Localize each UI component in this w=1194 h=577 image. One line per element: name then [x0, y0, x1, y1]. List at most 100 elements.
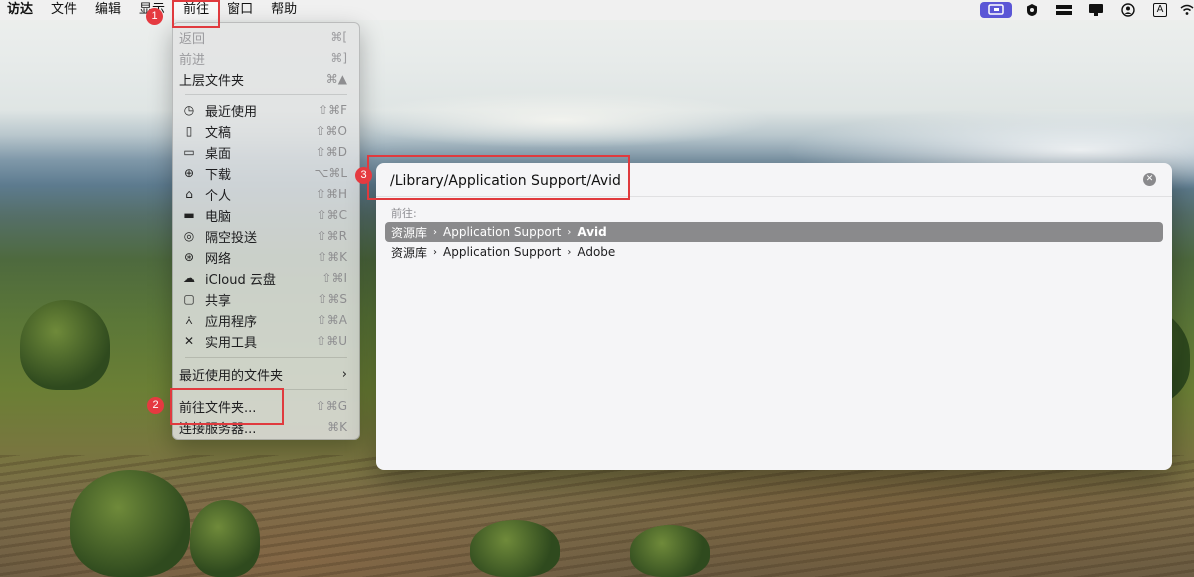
menu-item-shortcut: ⌘[ [330, 30, 347, 44]
dock-icon[interactable] [1052, 2, 1076, 18]
tree-cluster [470, 520, 560, 577]
chevron-right-icon: › [567, 246, 572, 258]
shield-icon[interactable] [1020, 2, 1044, 18]
menu-edit[interactable]: 编辑 [86, 0, 130, 20]
go-to-folder-dialog: ✕ 前往: 资源库 › Application Support › Avid 资… [376, 163, 1172, 470]
chevron-right-icon: › [567, 226, 572, 238]
status-icons: A [976, 0, 1194, 20]
chevron-right-icon: › [433, 226, 438, 238]
menu-item-enclosing-folder[interactable]: 上层文件夹 ⌘▲ [179, 69, 353, 89]
menu-item-shortcut: ⇧⌘G [315, 399, 347, 413]
menu-item-shortcut: ⇧⌘K [317, 250, 347, 264]
goto-label: 前往: [391, 207, 417, 220]
menu-item-label: 网络 [205, 251, 232, 267]
go-menu-dropdown: 返回 ⌘[ 前进 ⌘] 上层文件夹 ⌘▲ ◷ 最近使用 ⇧⌘F ▯ 文稿 ⇧⌘O… [172, 22, 360, 440]
menu-item-label: 桌面 [205, 146, 232, 162]
display-icon[interactable] [1084, 2, 1108, 18]
annotation-box-go-to-folder [170, 388, 284, 425]
menu-item-shared[interactable]: ▢ 共享 ⇧⌘S [179, 289, 353, 309]
menu-item-recent-folders[interactable]: 最近使用的文件夹 › [179, 364, 353, 384]
wifi-icon[interactable] [1180, 2, 1194, 18]
path-suggestion[interactable]: 资源库 › Application Support › Adobe [385, 242, 1163, 262]
menu-item-shortcut: ⌘K [327, 420, 347, 434]
path-segment-final: Avid [577, 225, 607, 239]
chevron-right-icon: › [433, 246, 438, 258]
menu-separator [185, 357, 347, 358]
network-icon: ⊛ [183, 250, 195, 264]
menu-item-shortcut: ⇧⌘A [316, 313, 347, 327]
annotation-badge: 2 [147, 397, 164, 414]
download-icon: ⊕ [183, 166, 195, 180]
menu-item-home[interactable]: ⌂ 个人 ⇧⌘H [179, 184, 353, 204]
menu-item-utilities[interactable]: ✕ 实用工具 ⇧⌘U [179, 331, 353, 351]
path-segment-final: Adobe [577, 245, 616, 259]
menu-item-applications[interactable]: ⩑ 应用程序 ⇧⌘A [179, 310, 353, 330]
tree-cluster [70, 470, 190, 577]
path-segment: Application Support [443, 225, 562, 239]
path-segment: 资源库 [391, 245, 428, 260]
annotation-badge: 3 [355, 167, 372, 184]
menu-item-shortcut: ⇧⌘O [315, 124, 348, 138]
menu-item-label: 前进 [179, 52, 206, 68]
menu-item-label: 共享 [205, 293, 232, 309]
menu-window[interactable]: 窗口 [218, 0, 262, 20]
tree-cluster [20, 300, 110, 390]
input-source-icon[interactable]: A [1148, 2, 1172, 18]
menu-item-shortcut: ⇧⌘S [317, 292, 347, 306]
screen-mirroring-icon[interactable] [980, 2, 1012, 18]
cloud-icon: ☁ [183, 271, 195, 285]
computer-icon: ▬ [183, 208, 195, 222]
chevron-right-icon: › [341, 366, 347, 382]
menu-item-computer[interactable]: ▬ 电脑 ⇧⌘C [179, 205, 353, 225]
applications-icon: ⩑ [185, 312, 193, 327]
airdrop-icon: ◎ [183, 229, 195, 243]
clear-icon[interactable]: ✕ [1143, 173, 1156, 186]
path-segment: Application Support [443, 245, 562, 259]
menu-item-label: 电脑 [205, 209, 232, 225]
menu-item-label: iCloud 云盘 [205, 272, 276, 288]
menu-item-label: 返回 [179, 31, 206, 47]
menu-item-label: 个人 [205, 188, 232, 204]
utilities-icon: ✕ [183, 334, 195, 348]
menu-app-finder[interactable]: 访达 [0, 0, 42, 20]
menu-help[interactable]: 帮助 [262, 0, 306, 20]
menu-file[interactable]: 文件 [42, 0, 86, 20]
menu-item-shortcut: ⇧⌘C [316, 208, 347, 222]
clock-icon: ◷ [183, 103, 195, 117]
menu-item-shortcut: ⌥⌘L [314, 166, 347, 180]
menu-item-desktop[interactable]: ▭ 桌面 ⇧⌘D [179, 142, 353, 162]
menu-item-shortcut: ⇧⌘U [316, 334, 347, 348]
menu-item-documents[interactable]: ▯ 文稿 ⇧⌘O [179, 121, 353, 141]
menu-item-shortcut: ⇧⌘D [315, 145, 347, 159]
menu-item-shortcut: ⇧⌘F [318, 103, 347, 117]
menu-item-label: 最近使用的文件夹 [179, 368, 284, 384]
annotation-box-path-input [367, 155, 630, 200]
annotation-badge: 1 [146, 8, 163, 25]
menu-item-icloud-drive[interactable]: ☁ iCloud 云盘 ⇧⌘I [179, 268, 353, 288]
shared-folder-icon: ▢ [183, 292, 195, 306]
menu-item-label: 最近使用 [205, 104, 258, 120]
annotation-box-go-menu [172, 0, 220, 28]
menu-item-label: 隔空投送 [205, 230, 258, 246]
tree-cluster [190, 500, 260, 577]
menu-item-recents[interactable]: ◷ 最近使用 ⇧⌘F [179, 100, 353, 120]
user-icon[interactable] [1116, 2, 1140, 18]
home-icon: ⌂ [185, 187, 193, 201]
menu-item-label: 应用程序 [205, 314, 258, 330]
desktop-icon: ▭ [183, 145, 195, 159]
menu-item-network[interactable]: ⊛ 网络 ⇧⌘K [179, 247, 353, 267]
path-segment: 资源库 [391, 225, 428, 240]
path-suggestion[interactable]: 资源库 › Application Support › Avid [385, 222, 1163, 242]
menu-item-shortcut: ⇧⌘I [321, 271, 347, 285]
menu-item-shortcut: ⌘▲ [325, 72, 347, 86]
menu-item-back[interactable]: 返回 ⌘[ [179, 27, 353, 47]
tree-cluster [630, 525, 710, 577]
document-icon: ▯ [185, 124, 193, 138]
menu-item-label: 下载 [205, 167, 232, 183]
menu-item-label: 文稿 [205, 125, 232, 141]
menu-separator [185, 94, 347, 95]
menu-item-forward[interactable]: 前进 ⌘] [179, 48, 353, 68]
menu-item-downloads[interactable]: ⊕ 下载 ⌥⌘L [179, 163, 353, 183]
menu-item-airdrop[interactable]: ◎ 隔空投送 ⇧⌘R [179, 226, 353, 246]
menu-item-label: 上层文件夹 [179, 73, 245, 89]
